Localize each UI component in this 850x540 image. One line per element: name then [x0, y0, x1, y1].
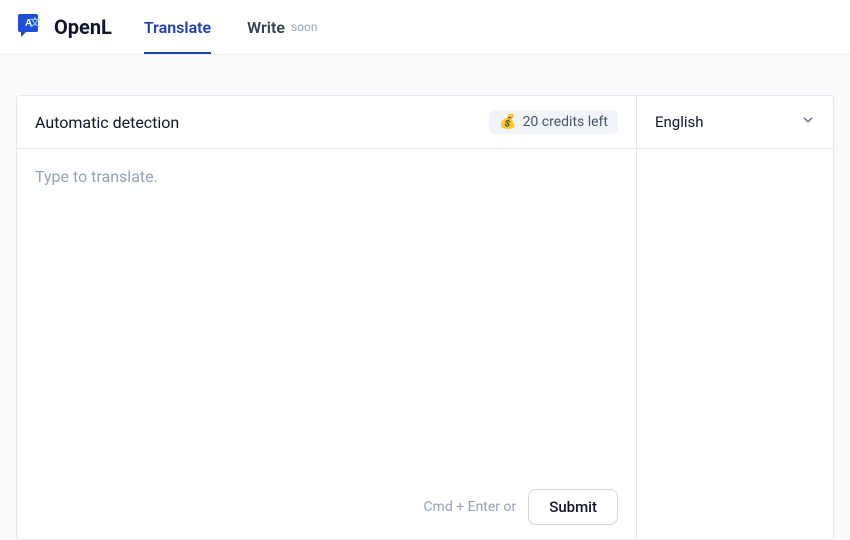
target-language-selector[interactable]: English — [655, 113, 815, 131]
tab-translate-label: Translate — [144, 18, 211, 37]
source-panel-header: Automatic detection 💰 20 credits left — [17, 96, 636, 149]
source-language-label: Automatic detection — [35, 113, 179, 132]
submit-button[interactable]: Submit — [528, 489, 618, 525]
logo[interactable]: A 文 OpenL — [16, 12, 112, 42]
credits-badge[interactable]: 💰 20 credits left — [489, 110, 618, 134]
money-bag-icon: 💰 — [499, 114, 516, 130]
textarea-wrap — [35, 167, 618, 479]
brand-name: OpenL — [54, 15, 112, 39]
tab-translate[interactable]: Translate — [144, 0, 211, 54]
main: Automatic detection 💰 20 credits left Cm… — [0, 55, 850, 540]
svg-text:文: 文 — [30, 16, 41, 29]
translate-bubble-icon: A 文 — [16, 12, 46, 42]
soon-badge: soon — [291, 20, 318, 34]
translation-card: Automatic detection 💰 20 credits left Cm… — [16, 95, 834, 540]
target-language-label: English — [655, 113, 704, 131]
source-panel: Automatic detection 💰 20 credits left Cm… — [17, 96, 637, 539]
input-area: Cmd + Enter or Submit — [17, 149, 636, 539]
shortcut-hint: Cmd + Enter or — [423, 499, 516, 515]
chevron-down-icon — [801, 113, 815, 131]
output-area — [637, 149, 833, 539]
tab-write-label: Write — [247, 18, 285, 37]
credits-text: 20 credits left — [523, 114, 608, 130]
source-language-selector[interactable]: Automatic detection — [35, 113, 179, 132]
target-panel-header: English — [637, 96, 833, 149]
nav: Translate Write soon — [144, 0, 318, 54]
header-bar: A 文 OpenL Translate Write soon — [0, 0, 850, 55]
translate-input[interactable] — [35, 167, 618, 479]
tab-write[interactable]: Write soon — [247, 0, 317, 54]
input-footer: Cmd + Enter or Submit — [35, 479, 618, 539]
target-panel: English — [637, 96, 833, 539]
